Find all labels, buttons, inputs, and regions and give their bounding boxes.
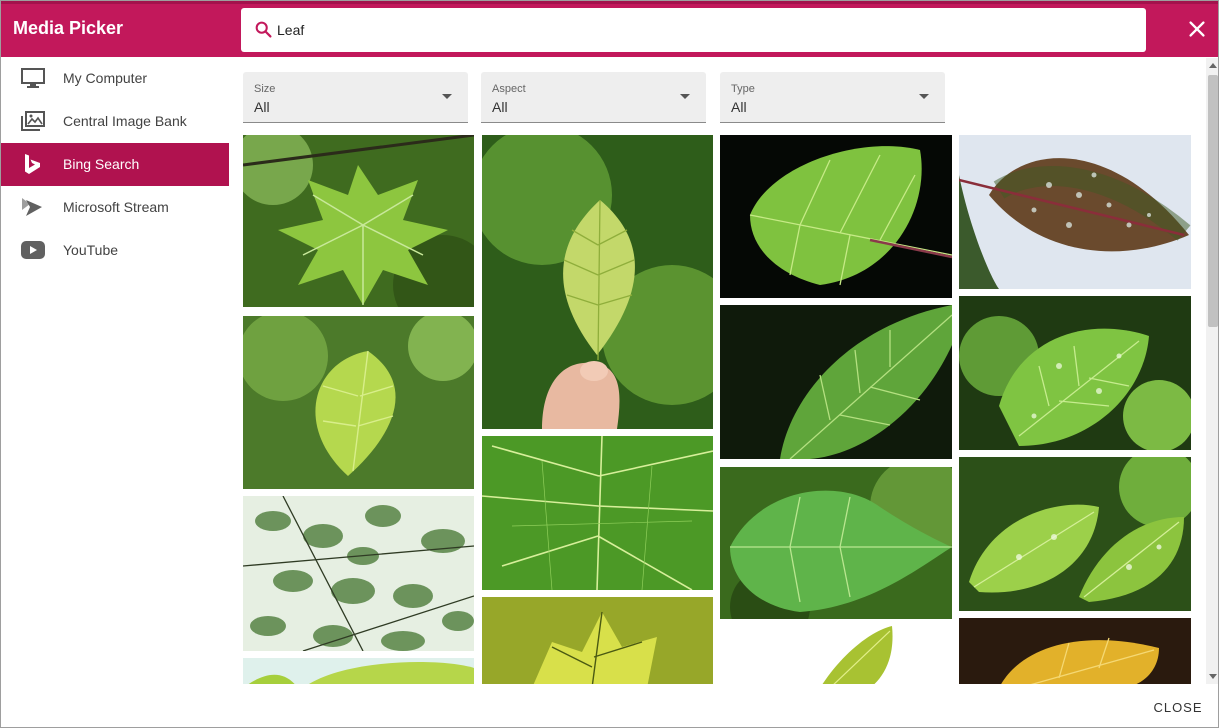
image-thumbnail[interactable] — [959, 135, 1191, 289]
source-sidebar: My Computer Central Image Bank Bing Sear… — [1, 57, 230, 697]
image-thumbnail[interactable] — [243, 496, 474, 651]
type-filter-select[interactable]: Type All — [720, 72, 945, 123]
image-thumbnail[interactable] — [720, 305, 952, 459]
sidebar-item-label: Bing Search — [63, 156, 140, 172]
scroll-down-arrow-icon[interactable] — [1209, 674, 1217, 679]
image-results-grid — [242, 134, 1198, 684]
bing-icon — [25, 154, 40, 174]
header-bar: Media Picker — [1, 1, 1218, 57]
sidebar-item-label: YouTube — [63, 242, 119, 258]
image-thumbnail[interactable] — [959, 457, 1191, 611]
sidebar-item-youtube[interactable]: YouTube — [1, 229, 229, 272]
image-thumbnail[interactable] — [243, 658, 474, 684]
image-thumbnail[interactable] — [482, 135, 713, 429]
search-box[interactable] — [241, 8, 1146, 52]
dropdown-arrow-icon — [442, 94, 452, 99]
sidebar-item-label: My Computer — [63, 70, 148, 86]
image-thumbnail[interactable] — [243, 135, 474, 307]
search-icon[interactable] — [253, 19, 275, 41]
search-input[interactable] — [277, 8, 1137, 52]
image-thumbnail[interactable] — [720, 135, 952, 298]
dropdown-arrow-icon — [919, 94, 929, 99]
image-thumbnail[interactable] — [720, 626, 952, 684]
image-thumbnail[interactable] — [959, 618, 1191, 684]
close-icon[interactable] — [1186, 18, 1208, 40]
type-filter-value: All — [731, 99, 747, 115]
youtube-icon — [21, 241, 45, 259]
image-thumbnail[interactable] — [959, 296, 1191, 450]
image-thumbnail[interactable] — [243, 316, 474, 489]
scrollbar-thumb[interactable] — [1208, 75, 1218, 327]
dropdown-arrow-icon — [680, 94, 690, 99]
scroll-up-arrow-icon[interactable] — [1209, 63, 1217, 68]
image-thumbnail[interactable] — [720, 467, 952, 619]
aspect-filter-select[interactable]: Aspect All — [481, 72, 706, 123]
sidebar-item-microsoft-stream[interactable]: Microsoft Stream — [1, 186, 229, 229]
size-filter-label: Size — [254, 83, 276, 95]
size-filter-value: All — [254, 99, 270, 115]
sidebar-item-my-computer[interactable]: My Computer — [1, 57, 229, 100]
aspect-filter-label: Aspect — [492, 83, 526, 95]
aspect-filter-value: All — [492, 99, 508, 115]
page-title: Media Picker — [13, 18, 124, 38]
type-filter-label: Type — [731, 83, 755, 95]
sidebar-item-label: Central Image Bank — [63, 113, 187, 129]
stream-icon — [22, 198, 42, 216]
media-picker-dialog: Media Picker My Computer — [0, 0, 1219, 728]
sidebar-item-central-image-bank[interactable]: Central Image Bank — [1, 100, 229, 143]
close-button[interactable]: CLOSE — [1146, 695, 1210, 721]
image-library-icon — [21, 111, 45, 131]
sidebar-item-bing-search[interactable]: Bing Search — [1, 143, 229, 186]
size-filter-select[interactable]: Size All — [243, 72, 468, 123]
image-thumbnail[interactable] — [482, 436, 713, 590]
image-thumbnail[interactable] — [482, 597, 713, 684]
monitor-icon — [21, 68, 45, 88]
sidebar-item-label: Microsoft Stream — [63, 199, 169, 215]
